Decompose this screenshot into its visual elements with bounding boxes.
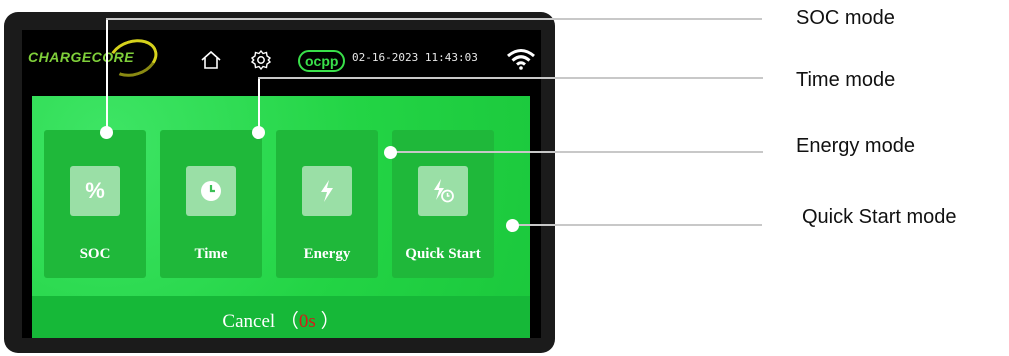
callout-line-soc-v [106,18,108,132]
gear-icon[interactable] [250,49,272,71]
callout-soc-mode: SOC mode [796,7,895,29]
callout-dot-time [252,126,265,139]
mode-tile-soc[interactable]: % SOC [44,130,146,278]
callout-line-time-h [258,77,763,79]
wifi-icon [507,49,535,70]
lightning-icon [302,166,352,216]
clock-icon [186,166,236,216]
callout-time-mode: Time mode [796,69,896,91]
percent-icon: % [70,166,120,216]
callout-dot-energy [384,146,397,159]
callout-line-energy-h [390,151,763,153]
home-icon[interactable] [200,50,222,70]
status-bar: CHARGECORE ocpp 02-16-2023 11:43:03 [22,30,541,96]
cancel-button-label[interactable]: Cancel （0s ） [32,306,530,333]
mode-label-quick-start: Quick Start [405,246,481,262]
mode-label-time: Time [194,246,228,262]
callout-line-time-v [258,77,260,132]
callout-line-quick-start-h [512,224,762,226]
callout-dot-soc [100,126,113,139]
mode-tile-energy[interactable]: Energy [276,130,378,278]
callout-quick-start-mode: Quick Start mode [802,206,957,228]
quick-start-icon [418,166,468,216]
cancel-label: Cancel （ [222,311,299,332]
logo-swoosh [103,33,163,83]
mode-label-energy: Energy [303,246,351,262]
date-time: 02-16-2023 11:43:03 [352,51,478,64]
callout-line-soc-h [106,18,762,20]
mode-tile-time[interactable]: Time [160,130,262,278]
cancel-countdown: 0s [298,311,316,332]
callout-dot-quick-start [506,219,519,232]
cancel-close-paren: ） [315,311,340,332]
callout-energy-mode: Energy mode [796,135,915,157]
mode-label-soc: SOC [79,246,111,262]
ocpp-badge: ocpp [298,50,346,72]
